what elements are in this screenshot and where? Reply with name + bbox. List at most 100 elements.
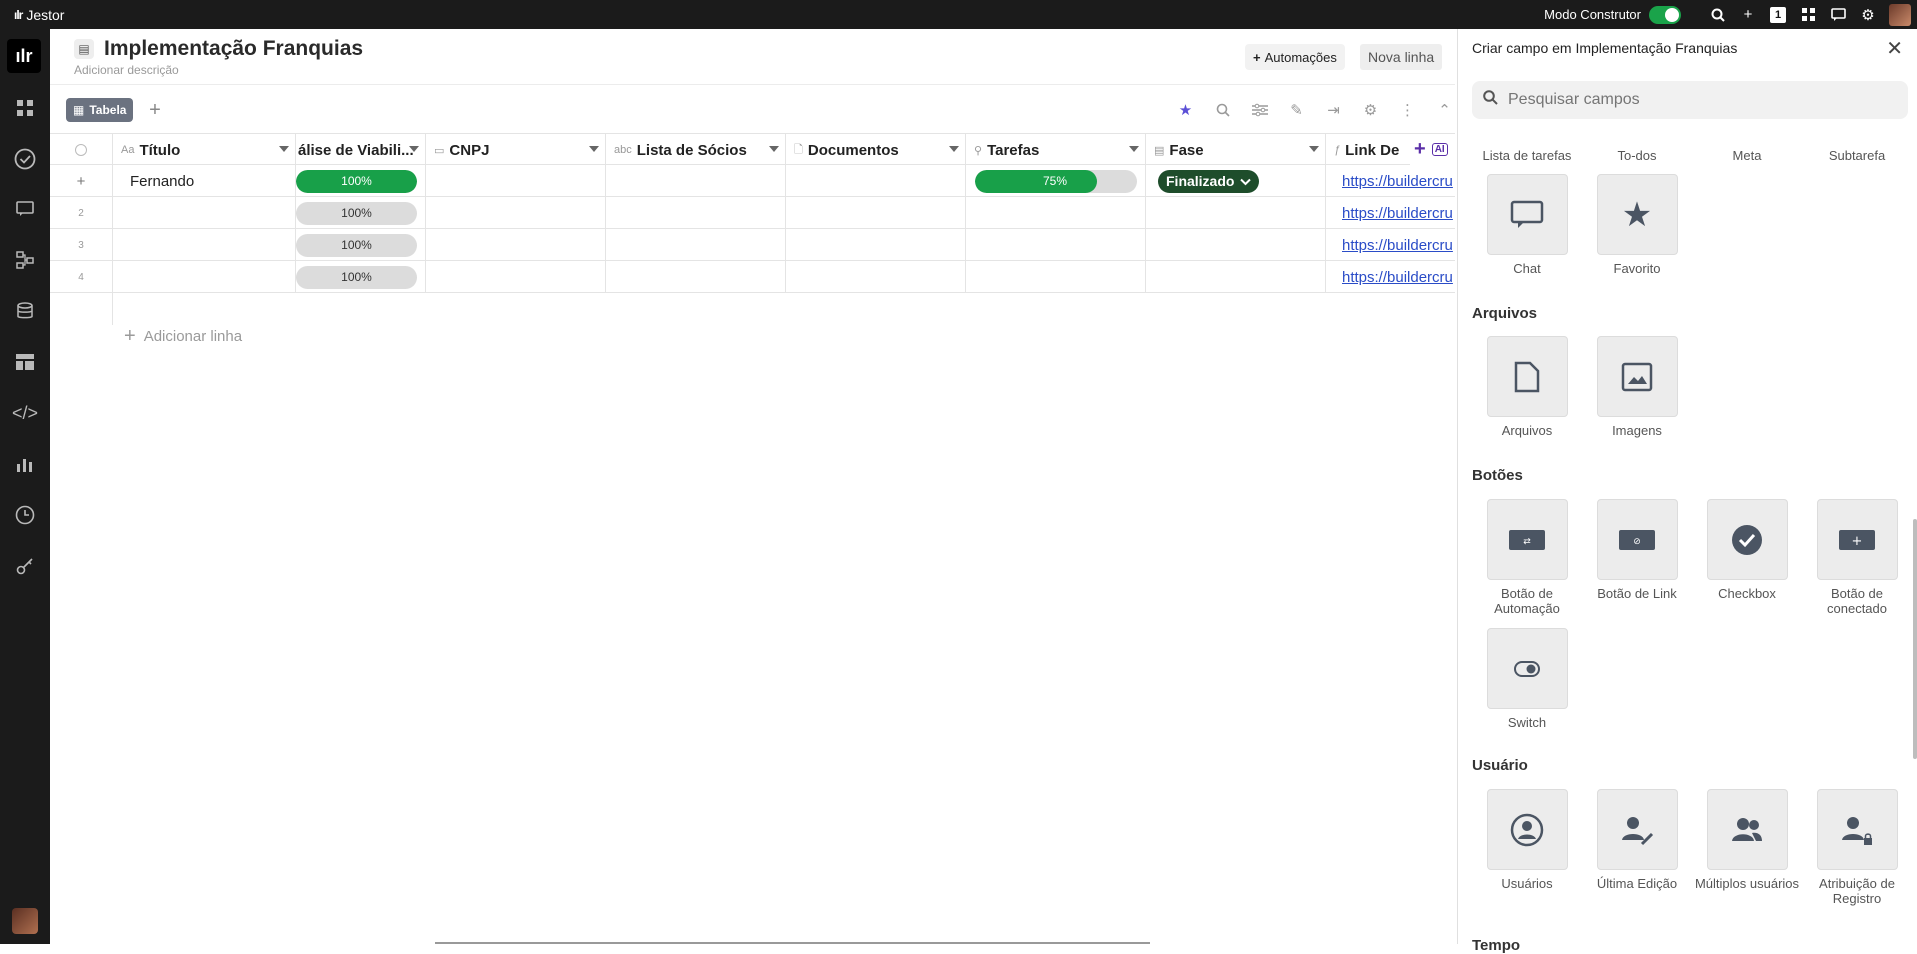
- column-header-tarefas[interactable]: ⚲ Tarefas: [966, 134, 1146, 166]
- cell-documentos[interactable]: [786, 165, 966, 197]
- field-type-subtarefa[interactable]: Subtarefa: [1802, 148, 1912, 163]
- cell-viabilidade[interactable]: 100%: [296, 197, 426, 229]
- new-row-button[interactable]: Nova linha: [1360, 44, 1443, 70]
- cell-tarefas[interactable]: [966, 261, 1146, 293]
- column-header-titulo[interactable]: Aa Título: [113, 134, 296, 166]
- add-description-link[interactable]: Adicionar descrição: [74, 63, 179, 77]
- edit-pencil-icon[interactable]: ✎: [1278, 97, 1315, 123]
- table-row[interactable]: 4 100% https://buildercru: [50, 261, 1455, 293]
- automations-button[interactable]: + Automações: [1245, 44, 1345, 70]
- link-value[interactable]: https://buildercru: [1342, 205, 1453, 222]
- database-icon[interactable]: [0, 294, 50, 328]
- cell-fase[interactable]: [1146, 197, 1326, 229]
- field-type-meta[interactable]: Meta: [1692, 148, 1802, 163]
- table-row[interactable]: 3 100% https://buildercru: [50, 229, 1455, 261]
- reports-chart-icon[interactable]: [0, 447, 50, 481]
- tasks-check-icon[interactable]: [0, 142, 50, 176]
- cell-lista-socios[interactable]: [606, 197, 786, 229]
- cell-tarefas[interactable]: [966, 197, 1146, 229]
- cell-fase[interactable]: [1146, 229, 1326, 261]
- cell-viabilidade[interactable]: 100%: [296, 261, 426, 293]
- link-value[interactable]: https://buildercru: [1342, 269, 1453, 286]
- panel-scrollbar[interactable]: [1913, 519, 1917, 759]
- column-header-documentos[interactable]: 🗋 Documentos: [786, 134, 966, 166]
- more-vertical-icon[interactable]: ⋮: [1389, 97, 1426, 123]
- field-type-usuarios[interactable]: Usuários: [1472, 789, 1582, 891]
- page-title[interactable]: Implementação Franquias: [104, 37, 363, 61]
- field-type-botao-conectado[interactable]: + Botão de conectado: [1802, 499, 1912, 616]
- cell-tarefas[interactable]: [966, 229, 1146, 261]
- add-column-plus-icon[interactable]: +: [1414, 138, 1426, 161]
- sidebar-avatar[interactable]: [12, 908, 38, 934]
- search-icon[interactable]: [1703, 0, 1733, 29]
- table-row[interactable]: + Fernando 100% 75% Finalizado https://b…: [50, 165, 1455, 197]
- link-value[interactable]: https://buildercru: [1342, 237, 1453, 254]
- close-icon[interactable]: ✕: [1886, 36, 1903, 61]
- cell-link[interactable]: https://buildercru: [1326, 165, 1455, 197]
- ai-icon[interactable]: AI: [1431, 143, 1448, 156]
- phase-badge[interactable]: Finalizado: [1158, 169, 1260, 193]
- brand[interactable]: ılr Jestor: [0, 7, 64, 23]
- field-type-imagens[interactable]: Imagens: [1582, 336, 1692, 438]
- cell-lista-socios[interactable]: [606, 261, 786, 293]
- cell-lista-socios[interactable]: [606, 165, 786, 197]
- tab-tabela[interactable]: ▦ Tabela: [66, 98, 134, 122]
- field-type-favorito[interactable]: ★ Favorito: [1582, 174, 1692, 276]
- field-type-multiplos-usuarios[interactable]: Múltiplos usuários: [1692, 789, 1802, 891]
- field-type-switch[interactable]: Switch: [1472, 628, 1582, 730]
- cell-link[interactable]: https://buildercru: [1326, 261, 1455, 293]
- user-avatar[interactable]: [1889, 3, 1911, 26]
- field-type-checkbox[interactable]: Checkbox: [1692, 499, 1802, 601]
- row-expand-plus[interactable]: +: [50, 165, 113, 197]
- cell-link[interactable]: https://buildercru: [1326, 197, 1455, 229]
- layout-icon[interactable]: [0, 345, 50, 379]
- key-icon[interactable]: [0, 549, 50, 583]
- cell-lista-socios[interactable]: [606, 229, 786, 261]
- cell-viabilidade[interactable]: 100%: [296, 229, 426, 261]
- column-header-cnpj[interactable]: ▭ CNPJ: [426, 134, 606, 166]
- filter-sliders-icon[interactable]: [1241, 97, 1278, 123]
- notifications-badge[interactable]: 1: [1763, 0, 1793, 29]
- select-all-checkbox[interactable]: [50, 134, 113, 166]
- cell-documentos[interactable]: [786, 261, 966, 293]
- cell-titulo[interactable]: [113, 197, 296, 229]
- add-icon[interactable]: +: [1733, 0, 1763, 29]
- column-header-viabilidade[interactable]: álise de Viabili...: [296, 134, 426, 166]
- export-icon[interactable]: ⇥: [1315, 97, 1352, 123]
- search-input[interactable]: [1508, 82, 1888, 118]
- field-type-todos[interactable]: To-dos: [1582, 148, 1692, 163]
- settings-gear-icon[interactable]: ⚙: [1352, 97, 1389, 123]
- column-header-lista-socios[interactable]: abc Lista de Sócios: [606, 134, 786, 166]
- field-type-botao-automacao[interactable]: ⇄ Botão de Automação: [1472, 499, 1582, 616]
- cell-titulo[interactable]: [113, 229, 296, 261]
- builder-mode-toggle[interactable]: [1649, 5, 1681, 24]
- field-type-lista-tarefas[interactable]: Lista de tarefas: [1472, 148, 1582, 163]
- cell-titulo[interactable]: [113, 261, 296, 293]
- field-type-ultima-edicao[interactable]: Última Edição: [1582, 789, 1692, 891]
- cell-link[interactable]: https://buildercru: [1326, 229, 1455, 261]
- field-type-botao-link[interactable]: ⊘ Botão de Link: [1582, 499, 1692, 601]
- column-header-link[interactable]: ƒ Link De + AI: [1326, 134, 1455, 166]
- field-type-arquivos[interactable]: Arquivos: [1472, 336, 1582, 438]
- column-header-fase[interactable]: ▤ Fase: [1146, 134, 1326, 166]
- cell-titulo[interactable]: Fernando: [113, 165, 296, 197]
- search-icon[interactable]: [1204, 97, 1241, 123]
- favorite-star-icon[interactable]: ★: [1167, 97, 1204, 123]
- code-icon[interactable]: </>: [0, 396, 50, 430]
- field-type-chat[interactable]: Chat: [1472, 174, 1582, 276]
- apps-grid-icon[interactable]: [1793, 0, 1823, 29]
- cell-cnpj[interactable]: [426, 165, 606, 197]
- cell-viabilidade[interactable]: 100%: [296, 165, 426, 197]
- messages-icon[interactable]: [1823, 0, 1853, 29]
- chat-icon[interactable]: [0, 192, 50, 226]
- cell-cnpj[interactable]: [426, 229, 606, 261]
- link-value[interactable]: https://buildercru: [1342, 173, 1453, 190]
- field-type-atribuicao-registro[interactable]: Atribuição de Registro: [1802, 789, 1912, 906]
- gear-icon[interactable]: ⚙: [1853, 0, 1883, 29]
- cell-cnpj[interactable]: [426, 197, 606, 229]
- cell-fase[interactable]: Finalizado: [1146, 165, 1326, 197]
- table-row[interactable]: 2 100% https://buildercru: [50, 197, 1455, 229]
- cell-documentos[interactable]: [786, 229, 966, 261]
- cell-documentos[interactable]: [786, 197, 966, 229]
- add-row-button[interactable]: + Adicionar linha: [124, 325, 242, 348]
